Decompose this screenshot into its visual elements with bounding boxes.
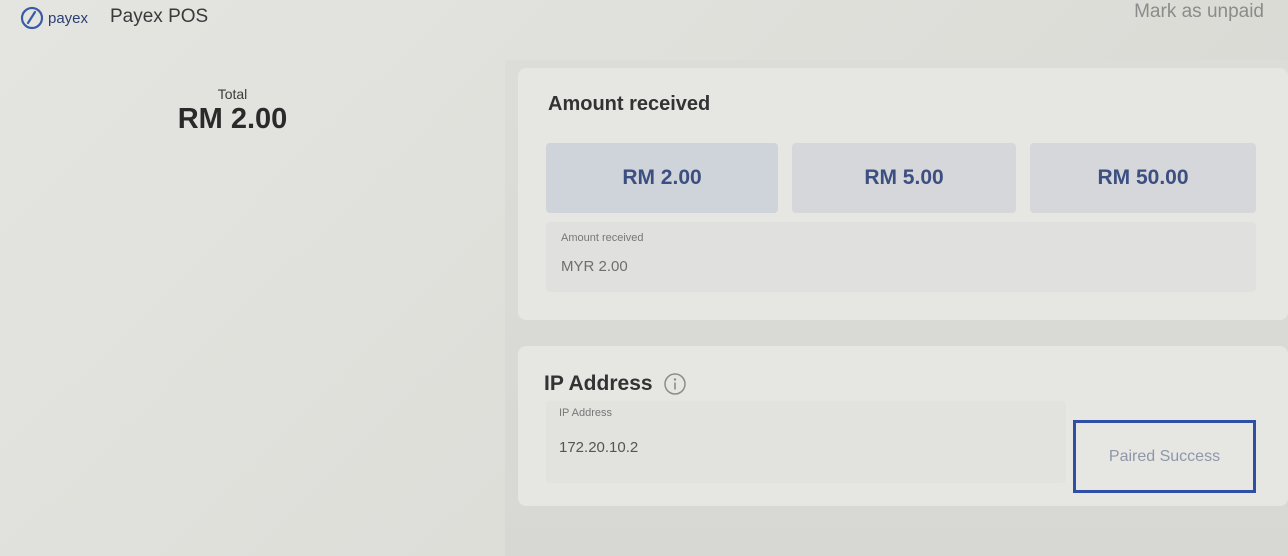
- info-icon[interactable]: [663, 372, 687, 396]
- total-label: Total: [217, 86, 248, 102]
- paired-status-highlight: Paired Success: [1073, 420, 1256, 493]
- amount-received-field-value: MYR 2.00: [561, 258, 628, 275]
- ip-address-field-value: 172.20.10.2: [559, 439, 639, 456]
- paired-status-text: Paired Success: [1108, 447, 1221, 465]
- ip-address-title: IP Address: [544, 372, 687, 396]
- total-summary: Total RM 2.00: [160, 86, 305, 136]
- total-amount: RM 2.00: [177, 103, 288, 135]
- header-bar: payex Payex POS Mark as unpaid: [0, 0, 1288, 40]
- mark-as-unpaid-button[interactable]: Mark as unpaid: [1134, 1, 1264, 23]
- amount-received-title: Amount received: [548, 93, 711, 115]
- ip-address-title-text: IP Address: [544, 372, 653, 395]
- logo-wordmark: payex: [48, 9, 89, 27]
- brand-logo: payex: [20, 6, 88, 30]
- amount-option-button[interactable]: RM 50.00: [1030, 143, 1256, 213]
- ip-address-field-label: IP Address: [559, 407, 612, 419]
- amount-option-button[interactable]: RM 2.00: [546, 143, 778, 213]
- amount-received-input[interactable]: Amount received MYR 2.00: [546, 222, 1256, 292]
- payex-logo-icon: [20, 6, 44, 30]
- app-title: Payex POS: [110, 6, 209, 27]
- amount-received-field-label: Amount received: [561, 232, 644, 244]
- amount-option-button[interactable]: RM 5.00: [792, 143, 1016, 213]
- ip-address-input[interactable]: IP Address 172.20.10.2: [546, 401, 1066, 483]
